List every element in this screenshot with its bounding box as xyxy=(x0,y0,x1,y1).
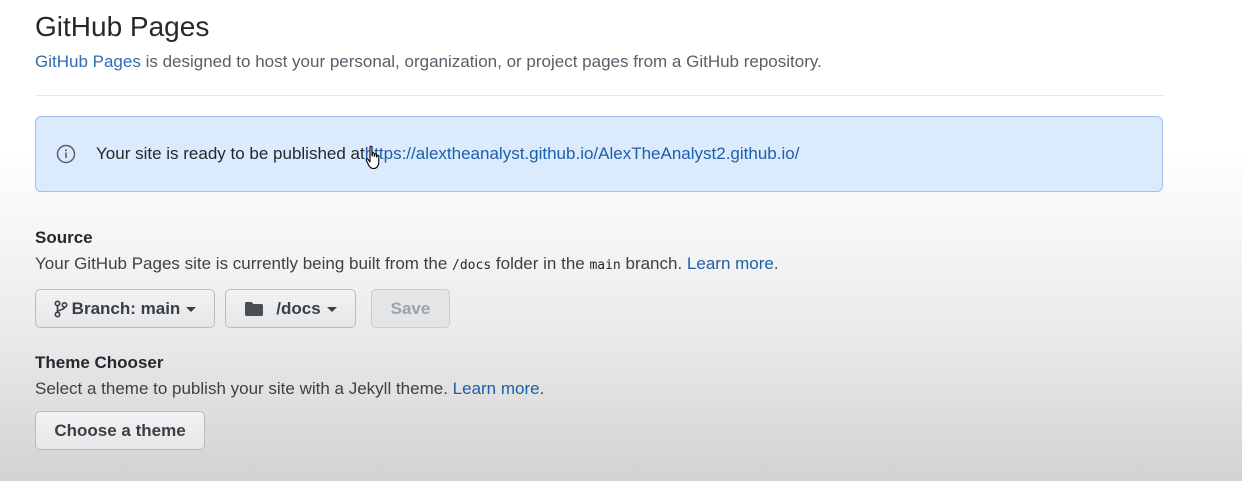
theme-desc-period: . xyxy=(539,379,545,398)
chevron-down-icon xyxy=(186,307,197,312)
theme-chooser-label: Theme Chooser xyxy=(35,353,164,372)
source-learn-more-link[interactable]: Learn more xyxy=(687,254,774,273)
branch-button-label: Branch: main xyxy=(71,298,181,318)
publish-notice: Your site is ready to be published at ht… xyxy=(35,116,1163,192)
source-description: Your GitHub Pages site is currently bein… xyxy=(35,254,779,274)
source-desc-text: folder in the xyxy=(491,254,590,273)
intro-description: is designed to host your personal, organ… xyxy=(140,52,822,71)
branch-select-button[interactable]: Branch: main xyxy=(35,289,215,328)
git-branch-icon xyxy=(54,299,68,318)
source-label: Source xyxy=(35,228,93,247)
source-desc-text: Your GitHub Pages site is currently bein… xyxy=(35,254,453,273)
save-button[interactable]: Save xyxy=(371,289,450,328)
folder-select-button[interactable]: /docs xyxy=(225,289,356,328)
choose-theme-button[interactable]: Choose a theme xyxy=(35,411,205,450)
theme-description: Select a theme to publish your site with… xyxy=(35,379,544,399)
intro-text: GitHub Pages is designed to host your pe… xyxy=(35,52,822,72)
page-title: GitHub Pages xyxy=(35,11,210,42)
folder-code: /docs xyxy=(452,258,492,273)
info-icon xyxy=(56,144,76,164)
site-url-link[interactable]: https://alextheanalyst.github.io/AlexThe… xyxy=(365,144,800,164)
branch-code: main xyxy=(589,258,621,273)
theme-desc-text: Select a theme to publish your site with… xyxy=(35,379,453,398)
folder-button-label: /docs xyxy=(276,298,321,318)
source-desc-period: . xyxy=(773,254,779,273)
folder-icon xyxy=(244,301,264,317)
divider xyxy=(35,95,1165,96)
source-desc-text: branch. xyxy=(620,254,687,273)
notice-text: Your site is ready to be published at xyxy=(96,144,365,163)
github-pages-link[interactable]: GitHub Pages xyxy=(35,52,141,71)
theme-learn-more-link[interactable]: Learn more xyxy=(453,379,540,398)
chevron-down-icon xyxy=(326,307,337,312)
